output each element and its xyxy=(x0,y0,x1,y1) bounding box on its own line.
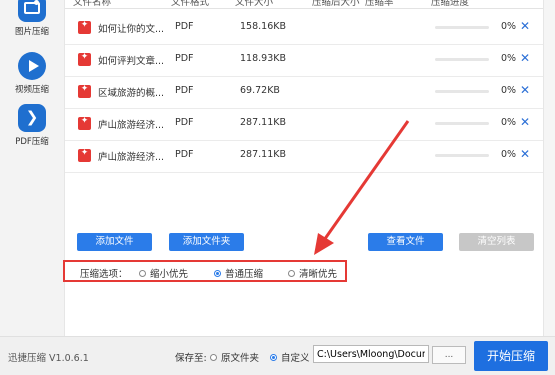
add-folder-button[interactable]: 添加文件夹 xyxy=(169,233,244,251)
table-header: 文件名称 文件格式 文件大小 压缩后大小 压缩率 压缩进度 xyxy=(65,0,543,9)
radio-dot xyxy=(210,353,217,361)
remove-file-button[interactable]: ✕ xyxy=(520,51,530,65)
version-label: 迅捷压缩 V1.0.6.1 xyxy=(8,353,89,364)
column-header-compressed-size: 压缩后大小 xyxy=(312,0,360,8)
save-to-label: 保存至: xyxy=(175,353,207,364)
pdf-file-icon xyxy=(78,20,91,34)
remove-file-button[interactable]: ✕ xyxy=(520,83,530,97)
column-header-ratio: 压缩率 xyxy=(365,0,394,8)
image-icon xyxy=(18,0,46,22)
save-path-input[interactable] xyxy=(313,345,429,363)
progress-bar xyxy=(435,154,489,157)
footer-bar: 迅捷压缩 V1.0.6.1 保存至: 原文件夹 自定义 ... 开始压缩 xyxy=(0,336,555,375)
column-header-name: 文件名称 xyxy=(73,0,112,8)
table-row[interactable]: 区域旅游的概... PDF 69.72KB 0% ✕ xyxy=(65,76,543,109)
option-label: 自定义 xyxy=(281,353,310,364)
file-size: 158.16KB xyxy=(240,21,286,32)
sidebar-item-label: 图片压缩 xyxy=(14,27,49,37)
file-format: PDF xyxy=(175,53,194,64)
radio-dot xyxy=(270,353,277,361)
progress-percent: 0% xyxy=(501,21,517,32)
start-compress-button[interactable]: 开始压缩 xyxy=(474,341,548,371)
file-size: 118.93KB xyxy=(240,53,286,64)
file-format: PDF xyxy=(175,149,194,160)
clear-list-button[interactable]: 清空列表 xyxy=(459,233,534,251)
sidebar-item-video-compress[interactable]: 视频压缩 xyxy=(0,52,64,95)
progress-bar xyxy=(435,58,489,61)
column-header-progress: 压缩进度 xyxy=(431,0,470,8)
annotation-arrow xyxy=(314,120,410,255)
remove-file-button[interactable]: ✕ xyxy=(520,147,530,161)
play-icon xyxy=(18,52,46,80)
file-size: 287.11KB xyxy=(240,149,286,160)
progress-bar xyxy=(435,26,489,29)
browse-button[interactable]: ... xyxy=(432,346,466,364)
column-header-size: 文件大小 xyxy=(235,0,274,8)
sidebar-item-label: 视频压缩 xyxy=(14,85,49,95)
sidebar-item-image-compress[interactable]: 图片压缩 xyxy=(0,0,64,37)
progress-percent: 0% xyxy=(501,85,517,96)
pdf-file-icon xyxy=(78,84,91,98)
remove-file-button[interactable]: ✕ xyxy=(520,115,530,129)
save-custom-folder-radio[interactable]: 自定义 xyxy=(270,350,310,364)
progress-bar xyxy=(435,122,489,125)
file-format: PDF xyxy=(175,117,194,128)
pdf-icon xyxy=(18,104,46,132)
remove-file-button[interactable]: ✕ xyxy=(520,19,530,33)
sidebar-item-pdf-compress[interactable]: PDF压缩 xyxy=(0,104,64,147)
progress-percent: 0% xyxy=(501,53,517,64)
table-row[interactable]: 如何评判文章... PDF 118.93KB 0% ✕ xyxy=(65,44,543,77)
pdf-file-icon xyxy=(78,148,91,162)
file-format: PDF xyxy=(175,85,194,96)
pdf-file-icon xyxy=(78,116,91,130)
scrollbar[interactable] xyxy=(543,0,555,336)
progress-percent: 0% xyxy=(501,117,517,128)
sidebar: 图片压缩 视频压缩 PDF压缩 xyxy=(0,0,65,336)
file-size: 287.11KB xyxy=(240,117,286,128)
progress-bar xyxy=(435,90,489,93)
table-row[interactable]: 如何让你的文... PDF 158.16KB 0% ✕ xyxy=(65,12,543,45)
add-file-button[interactable]: 添加文件 xyxy=(77,233,152,251)
column-header-format: 文件格式 xyxy=(171,0,210,8)
pdf-file-icon xyxy=(78,52,91,66)
progress-percent: 0% xyxy=(501,149,517,160)
sidebar-item-label: PDF压缩 xyxy=(15,137,49,147)
file-size: 69.72KB xyxy=(240,85,280,96)
option-label: 原文件夹 xyxy=(221,353,260,364)
save-original-folder-radio[interactable]: 原文件夹 xyxy=(210,350,259,364)
file-format: PDF xyxy=(175,21,194,32)
